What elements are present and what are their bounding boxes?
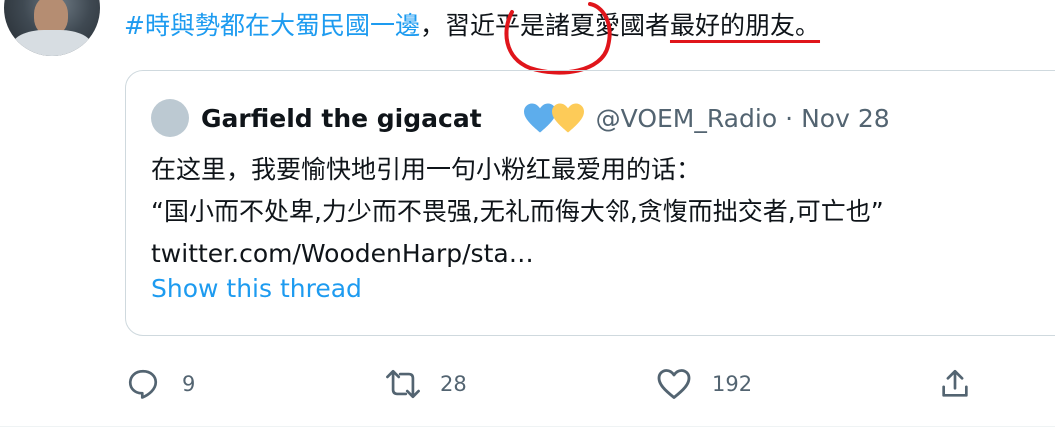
meta-separator: · (785, 103, 794, 133)
tweet-actions: 9 28 192 (126, 362, 986, 406)
quoted-tweet-header: Garfield the gigacat @VOEM_Radio · Nov 2… (151, 99, 890, 137)
reply-icon (128, 369, 158, 399)
retweet-button[interactable]: 28 (384, 362, 467, 406)
hashtag-link[interactable]: #時與勢都在大蜀民國一邊 (124, 11, 420, 40)
share-button[interactable] (938, 362, 972, 406)
quoted-author-handle[interactable]: @VOEM_Radio (596, 104, 777, 133)
like-button[interactable]: 192 (656, 362, 752, 406)
tweet-text-end: 。 (795, 11, 821, 40)
quoted-text-line: 在这里，我要愉快地引用一句小粉红最爱用的话： (151, 155, 702, 184)
avatar[interactable] (4, 0, 100, 56)
divider (0, 426, 1055, 427)
quoted-text-line: “国小而不处卑,力少而不畏强,无礼而侮大邻,贪愎而拙交者,可亡也” (151, 197, 884, 226)
retweet-icon (386, 369, 420, 399)
tweet-text-underlined: 最好的朋友 (669, 11, 795, 40)
quoted-tweet-card[interactable]: Garfield the gigacat @VOEM_Radio · Nov 2… (125, 70, 1055, 336)
heart-icon (657, 369, 691, 399)
reply-count: 9 (182, 372, 196, 396)
share-icon (942, 369, 968, 397)
tweet-separator: ， (419, 11, 445, 40)
profile-badges (522, 102, 586, 134)
avatar-shirt (12, 30, 92, 56)
yellow-heart-icon (551, 103, 584, 133)
tweet-text-part-a: 習近平是諸夏愛國者 (444, 11, 670, 40)
tweet-text: #時與勢都在大蜀民國一邊，習近平是諸夏愛國者最好的朋友。 (124, 8, 820, 44)
show-thread-link[interactable]: Show this thread (151, 274, 362, 303)
retweet-count: 28 (440, 372, 467, 396)
quoted-author-name[interactable]: Garfield the gigacat (201, 104, 482, 133)
like-count: 192 (712, 372, 753, 396)
quoted-tweet-body: 在这里，我要愉快地引用一句小粉红最爱用的话： “国小而不处卑,力少而不畏强,无礼… (151, 149, 884, 275)
reply-button[interactable]: 9 (126, 362, 195, 406)
quoted-link-line[interactable]: twitter.com/WoodenHarp/sta… (151, 233, 884, 275)
tweet-view: #時與勢都在大蜀民國一邊，習近平是諸夏愛國者最好的朋友。 Garfield th… (0, 0, 1055, 446)
quoted-tweet-date[interactable]: Nov 28 (801, 104, 890, 133)
quoted-author-avatar[interactable] (151, 99, 189, 137)
